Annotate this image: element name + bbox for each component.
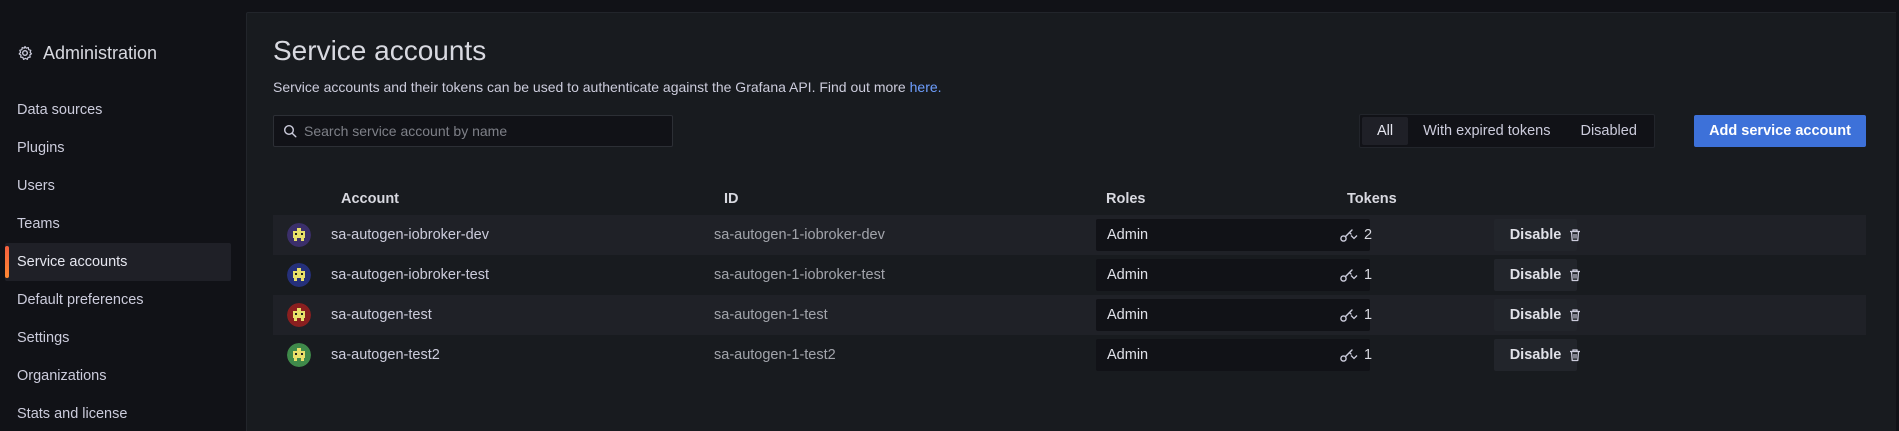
column-header-account: Account — [341, 191, 399, 207]
sidebar-item-data-sources[interactable]: Data sources — [5, 91, 231, 129]
search-box[interactable] — [273, 115, 673, 147]
learn-more-link[interactable]: here. — [910, 79, 942, 95]
page-title: Service accounts — [273, 35, 487, 66]
column-header-id: ID — [724, 191, 739, 207]
disable-button[interactable]: Disable — [1494, 259, 1577, 291]
search-icon — [283, 124, 297, 138]
key-icon — [1339, 307, 1355, 323]
trash-icon[interactable] — [1567, 347, 1583, 363]
role-value: Admin — [1107, 307, 1149, 323]
subtitle-text: Service accounts and their tokens can be… — [273, 79, 910, 95]
sidebar-title: Administration — [43, 42, 158, 63]
table-row[interactable]: sa-autogen-iobroker-test sa-autogen-1-io… — [273, 255, 1866, 295]
disable-button[interactable]: Disable — [1494, 219, 1577, 251]
sidebar-item-organizations[interactable]: Organizations — [5, 357, 231, 395]
role-select[interactable]: Admin — [1096, 299, 1370, 331]
token-count: 1 — [1364, 267, 1373, 283]
avatar-cell — [287, 255, 311, 295]
role-select[interactable]: Admin — [1096, 259, 1370, 291]
filter-disabled[interactable]: Disabled — [1565, 117, 1651, 145]
role-cell: Admin — [1096, 215, 1370, 255]
sidebar-nav: Data sources Plugins Users Teams Service… — [0, 91, 240, 431]
avatar-cell — [287, 335, 311, 375]
sidebar-header: Administration — [17, 42, 157, 64]
account-name[interactable]: sa-autogen-iobroker-dev — [331, 215, 489, 255]
role-value: Admin — [1107, 227, 1149, 243]
sidebar-item-teams[interactable]: Teams — [5, 205, 231, 243]
delete-cell — [1567, 255, 1583, 295]
role-value: Admin — [1107, 347, 1149, 363]
key-icon — [1339, 267, 1355, 283]
account-name[interactable]: sa-autogen-iobroker-test — [331, 255, 489, 295]
filter-with-expired-tokens[interactable]: With expired tokens — [1408, 117, 1565, 145]
token-count: 1 — [1364, 347, 1373, 363]
avatar-cell — [287, 295, 311, 335]
table-row[interactable]: sa-autogen-iobroker-dev sa-autogen-1-iob… — [273, 215, 1866, 255]
sidebar-item-settings[interactable]: Settings — [5, 319, 231, 357]
sidebar-item-plugins[interactable]: Plugins — [5, 129, 231, 167]
main-panel: Service accounts Service accounts and th… — [246, 12, 1899, 431]
sidebar-item-users[interactable]: Users — [5, 167, 231, 205]
avatar-cell — [287, 215, 311, 255]
sidebar-item-stats-and-license[interactable]: Stats and license — [5, 395, 231, 431]
state-filter: All With expired tokens Disabled — [1359, 114, 1655, 148]
table-row[interactable]: sa-autogen-test2 sa-autogen-1-test2 Admi… — [273, 335, 1866, 375]
disable-cell: Disable — [1494, 335, 1577, 375]
tokens-cell[interactable]: 1 — [1339, 255, 1372, 295]
disable-cell: Disable — [1494, 255, 1577, 295]
search-input[interactable] — [304, 123, 664, 139]
trash-icon[interactable] — [1567, 307, 1583, 323]
account-id[interactable]: sa-autogen-1-iobroker-test — [714, 255, 885, 295]
sidebar-item-default-preferences[interactable]: Default preferences — [5, 281, 231, 319]
key-icon — [1339, 347, 1355, 363]
token-count: 2 — [1364, 227, 1373, 243]
account-id[interactable]: sa-autogen-1-test2 — [714, 335, 836, 375]
add-service-account-button[interactable]: Add service account — [1694, 115, 1866, 147]
avatar — [287, 223, 311, 247]
trash-icon[interactable] — [1567, 227, 1583, 243]
delete-cell — [1567, 295, 1583, 335]
trash-icon[interactable] — [1567, 267, 1583, 283]
column-header-tokens: Tokens — [1347, 191, 1397, 207]
disable-cell: Disable — [1494, 295, 1577, 335]
gear-icon — [17, 45, 33, 61]
delete-cell — [1567, 335, 1583, 375]
table-header: Account ID Roles Tokens — [273, 189, 1866, 215]
avatar — [287, 303, 311, 327]
column-header-roles: Roles — [1106, 191, 1146, 207]
role-cell: Admin — [1096, 335, 1370, 375]
account-name[interactable]: sa-autogen-test2 — [331, 335, 440, 375]
tokens-cell[interactable]: 2 — [1339, 215, 1372, 255]
table-body: sa-autogen-iobroker-dev sa-autogen-1-iob… — [273, 215, 1866, 375]
tokens-cell[interactable]: 1 — [1339, 295, 1372, 335]
disable-cell: Disable — [1494, 215, 1577, 255]
tokens-cell[interactable]: 1 — [1339, 335, 1372, 375]
filter-all[interactable]: All — [1362, 117, 1409, 145]
disable-button[interactable]: Disable — [1494, 339, 1577, 371]
role-value: Admin — [1107, 267, 1149, 283]
key-icon — [1339, 227, 1355, 243]
account-id[interactable]: sa-autogen-1-test — [714, 295, 828, 335]
avatar — [287, 343, 311, 367]
disable-button[interactable]: Disable — [1494, 299, 1577, 331]
role-select[interactable]: Admin — [1096, 219, 1370, 251]
role-cell: Admin — [1096, 295, 1370, 335]
avatar — [287, 263, 311, 287]
sidebar: Administration Data sources Plugins User… — [0, 0, 240, 431]
token-count: 1 — [1364, 307, 1373, 323]
role-cell: Admin — [1096, 255, 1370, 295]
table-row[interactable]: sa-autogen-test sa-autogen-1-test Admin … — [273, 295, 1866, 335]
delete-cell — [1567, 215, 1583, 255]
page-subtitle: Service accounts and their tokens can be… — [273, 79, 942, 95]
account-id[interactable]: sa-autogen-1-iobroker-dev — [714, 215, 885, 255]
service-accounts-table: Account ID Roles Tokens sa-autogen-iobro… — [273, 189, 1866, 375]
sidebar-item-service-accounts[interactable]: Service accounts — [5, 243, 231, 281]
account-name[interactable]: sa-autogen-test — [331, 295, 432, 335]
role-select[interactable]: Admin — [1096, 339, 1370, 371]
